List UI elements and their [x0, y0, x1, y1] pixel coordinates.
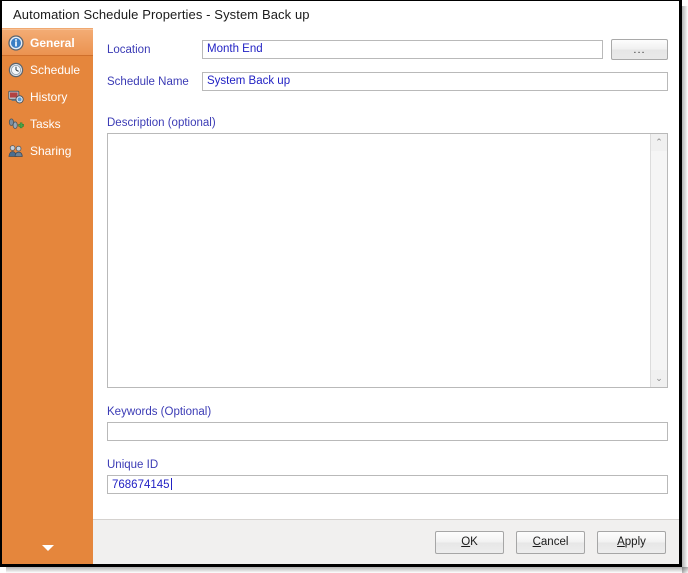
general-tab-panel: Location ... Schedule Name Description (… [93, 28, 679, 564]
apply-button-label: pply [624, 536, 646, 548]
cancel-button-accel: C [532, 536, 541, 548]
keywords-input[interactable] [107, 422, 668, 441]
apply-button[interactable]: Apply [597, 530, 666, 554]
window-frame: Automation Schedule Properties - System … [0, 0, 682, 567]
title-bar: Automation Schedule Properties - System … [2, 1, 679, 28]
description-label: Description (optional) [107, 117, 216, 129]
monitor-icon [8, 89, 24, 105]
cancel-button-label: ancel [540, 536, 569, 548]
schedule-name-input[interactable] [202, 72, 668, 91]
sidebar-item-label: General [30, 35, 75, 50]
apply-button-accel: A [617, 536, 625, 548]
sidebar-item-sharing[interactable]: Sharing [2, 137, 93, 164]
sidebar-item-label: Sharing [30, 143, 72, 158]
location-input[interactable] [202, 40, 603, 59]
location-label: Location [107, 43, 151, 56]
sidebar-item-label: Schedule [30, 62, 81, 77]
unique-id-input[interactable]: 768674145 [107, 475, 668, 494]
sidebar-item-label: Tasks [30, 116, 61, 131]
unique-id-value: 768674145 [112, 479, 170, 491]
scrollbar-up-arrow-icon[interactable]: ⌃ [651, 134, 667, 151]
general-form: Location ... Schedule Name Description (… [107, 39, 668, 494]
description-textarea[interactable] [108, 134, 650, 387]
window-title: Automation Schedule Properties - System … [13, 7, 310, 22]
browse-location-button[interactable]: ... [611, 39, 668, 60]
sidebar-item-label: History [30, 89, 68, 104]
sidebar-item-tasks[interactable]: Tasks [2, 110, 93, 137]
ok-button-label: K [470, 536, 478, 548]
people-icon [8, 143, 24, 159]
schedule-name-row: Schedule Name [107, 72, 668, 91]
ok-button[interactable]: OK [435, 530, 504, 554]
description-scrollbar[interactable]: ⌃ ⌄ [650, 134, 667, 387]
schedule-name-label: Schedule Name [107, 75, 189, 88]
window-shadow-bottom [6, 567, 688, 573]
sidebar-item-general[interactable]: General [2, 29, 93, 56]
sidebar-item-schedule[interactable]: Schedule [2, 56, 93, 83]
footprints-plus-icon [8, 116, 24, 132]
scrollbar-down-arrow-icon[interactable]: ⌄ [651, 370, 667, 387]
description-field-wrapper: ⌃ ⌄ [107, 133, 668, 388]
sidebar-expander-button[interactable] [2, 540, 93, 556]
dialog-body: General Schedule History Tasks Sharing L… [2, 28, 679, 564]
info-circle-icon [8, 34, 24, 51]
application-window: Automation Schedule Properties - System … [0, 0, 688, 573]
unique-id-label: Unique ID [107, 459, 159, 471]
chevron-down-icon [41, 545, 54, 551]
sidebar-navigation: General Schedule History Tasks Sharing [2, 28, 93, 564]
text-caret [170, 478, 172, 490]
cancel-button[interactable]: Cancel [516, 530, 585, 554]
sidebar-item-history[interactable]: History [2, 83, 93, 110]
window-shadow-right [682, 6, 688, 573]
scrollbar-track[interactable] [651, 151, 667, 370]
clock-icon [8, 62, 24, 78]
keywords-label: Keywords (Optional) [107, 406, 212, 418]
ok-button-accel: O [461, 536, 471, 548]
dialog-footer: OK Cancel Apply [93, 519, 679, 564]
location-row: Location ... [107, 39, 668, 60]
